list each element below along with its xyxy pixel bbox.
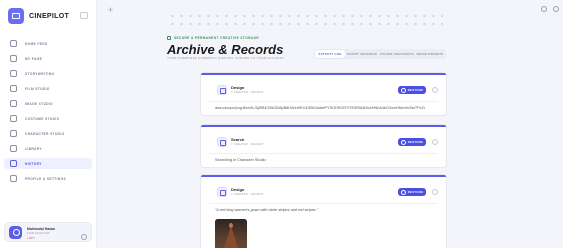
card-content: dna:c4cupc/png:8nm0L/3j/8R4O5k2D/8pB8HZn… (215, 106, 425, 110)
sidebar-item-label: HISTORY (25, 161, 42, 166)
add-icon[interactable]: + (108, 6, 113, 15)
history-tabs: ACTIVITY LOG SCRIPT VERSIONS STUDIO SNAP… (314, 49, 446, 59)
search-icon (217, 137, 227, 147)
card-accent (201, 73, 446, 75)
tab-activity-log[interactable]: ACTIVITY LOG (315, 50, 345, 58)
more-options-icon[interactable] (432, 87, 438, 93)
sidebar-item-film-studio[interactable]: FILM STUDIO (4, 83, 92, 94)
sidebar-item-label: PROFILE & SETTINGS (25, 176, 67, 181)
brand-logo-icon (8, 8, 24, 24)
shield-icon (167, 36, 171, 40)
brand[interactable]: CINEPILOT (8, 8, 69, 24)
design-icon (217, 187, 227, 197)
card-kind: Design (231, 85, 245, 90)
home-icon (10, 40, 17, 47)
card-accent (201, 175, 446, 177)
page-eyebrow: SECURE & PERMANENT CREATIVE STORAGE (167, 36, 259, 40)
restore-button[interactable]: RESTORE (398, 188, 426, 196)
page-description: YOUR COMPLETE CINEMATIC HISTORY, SYNCED … (167, 56, 285, 60)
tab-script-versions[interactable]: SCRIPT VERSIONS (345, 50, 379, 58)
tab-studio-snapshots[interactable]: STUDIO SNAPSHOTS (379, 50, 415, 58)
gear-icon[interactable] (81, 234, 87, 240)
sidebar-item-label: FILM STUDIO (25, 86, 50, 91)
page-title: Archive & Records (167, 42, 284, 57)
sidebar-item-label: COSTUME STUDIO (25, 116, 60, 121)
sidebar-item-profile-settings[interactable]: PROFILE & SETTINGS (4, 173, 92, 184)
dot-pattern-decoration (168, 12, 443, 28)
card-meta: 7 CREATED · RECENT (231, 91, 264, 94)
card-divider (209, 203, 438, 204)
sidebar-item-library[interactable]: LIBRARY (4, 143, 92, 154)
sidebar-item-label: MY PAGE (25, 56, 43, 61)
page-icon (10, 55, 17, 62)
sidebar-collapse-icon[interactable] (80, 12, 88, 19)
top-right-actions (541, 6, 559, 12)
sidebar-item-storywriting[interactable]: STORYWRITING (4, 68, 92, 79)
generated-image-thumbnail[interactable] (215, 219, 247, 248)
brand-name: CINEPILOT (29, 12, 70, 20)
sidebar-item-costume-studio[interactable]: COSTUME STUDIO (4, 113, 92, 124)
page-eyebrow-text: SECURE & PERMANENT CREATIVE STORAGE (174, 36, 259, 40)
history-card: Search 7 CREATED · RECENT RESTORE Search… (200, 124, 447, 168)
more-options-icon[interactable] (432, 189, 438, 195)
sidebar-item-image-studio[interactable]: IMAGE STUDIO (4, 98, 92, 109)
card-kind: Search (231, 137, 245, 142)
design-icon (217, 85, 227, 95)
sidebar-item-label: HOME FEED (25, 41, 48, 46)
card-meta: 7 CREATED · RECENT (231, 193, 264, 196)
user-plan-badge: LIMIT (27, 237, 36, 240)
user-card[interactable]: Mahmudul Hasan FILM ACCOUNT LIMIT (4, 222, 92, 242)
sidebar: CINEPILOT HOME FEED MY PAGE STORYWRITING… (0, 0, 97, 248)
avatar (9, 226, 22, 239)
image-icon (10, 100, 17, 107)
user-icon (10, 175, 17, 182)
history-card: Design 7 CREATED · RECENT RESTORE "A red… (200, 174, 447, 248)
card-meta: 7 CREATED · RECENT (231, 143, 264, 146)
film-icon (10, 85, 17, 92)
card-divider (209, 153, 438, 154)
sidebar-item-label: IMAGE STUDIO (25, 101, 54, 106)
pen-icon (10, 70, 17, 77)
refresh-icon[interactable] (541, 6, 547, 12)
user-name: Mahmudul Hasan (27, 227, 56, 231)
sidebar-item-my-page[interactable]: MY PAGE (4, 53, 92, 64)
more-options-icon[interactable] (432, 139, 438, 145)
history-card: Design 7 CREATED · RECENT RESTORE dna:c4… (200, 72, 447, 116)
restore-button[interactable]: RESTORE (398, 86, 426, 94)
sidebar-item-label: LIBRARY (25, 146, 42, 151)
tab-image-presets[interactable]: IMAGE PRESETS (415, 50, 445, 58)
sidebar-item-character-studio[interactable]: CHARACTER STUDIO (4, 128, 92, 139)
library-icon (10, 145, 17, 152)
user-role: FILM ACCOUNT (27, 232, 50, 235)
sidebar-item-history[interactable]: HISTORY (4, 158, 92, 169)
card-content: Searching in Character Studio (215, 158, 266, 162)
sidebar-item-label: STORYWRITING (25, 71, 55, 76)
settings-icon[interactable] (553, 6, 559, 12)
character-icon (10, 130, 17, 137)
history-icon (10, 160, 17, 167)
card-divider (209, 101, 438, 102)
card-kind: Design (231, 187, 245, 192)
card-content: "A red long women's gown with white stri… (215, 208, 319, 212)
sidebar-item-home-feed[interactable]: HOME FEED (4, 38, 92, 49)
card-accent (201, 125, 446, 127)
sidebar-item-label: CHARACTER STUDIO (25, 131, 65, 136)
restore-button[interactable]: RESTORE (398, 138, 426, 146)
shirt-icon (10, 115, 17, 122)
